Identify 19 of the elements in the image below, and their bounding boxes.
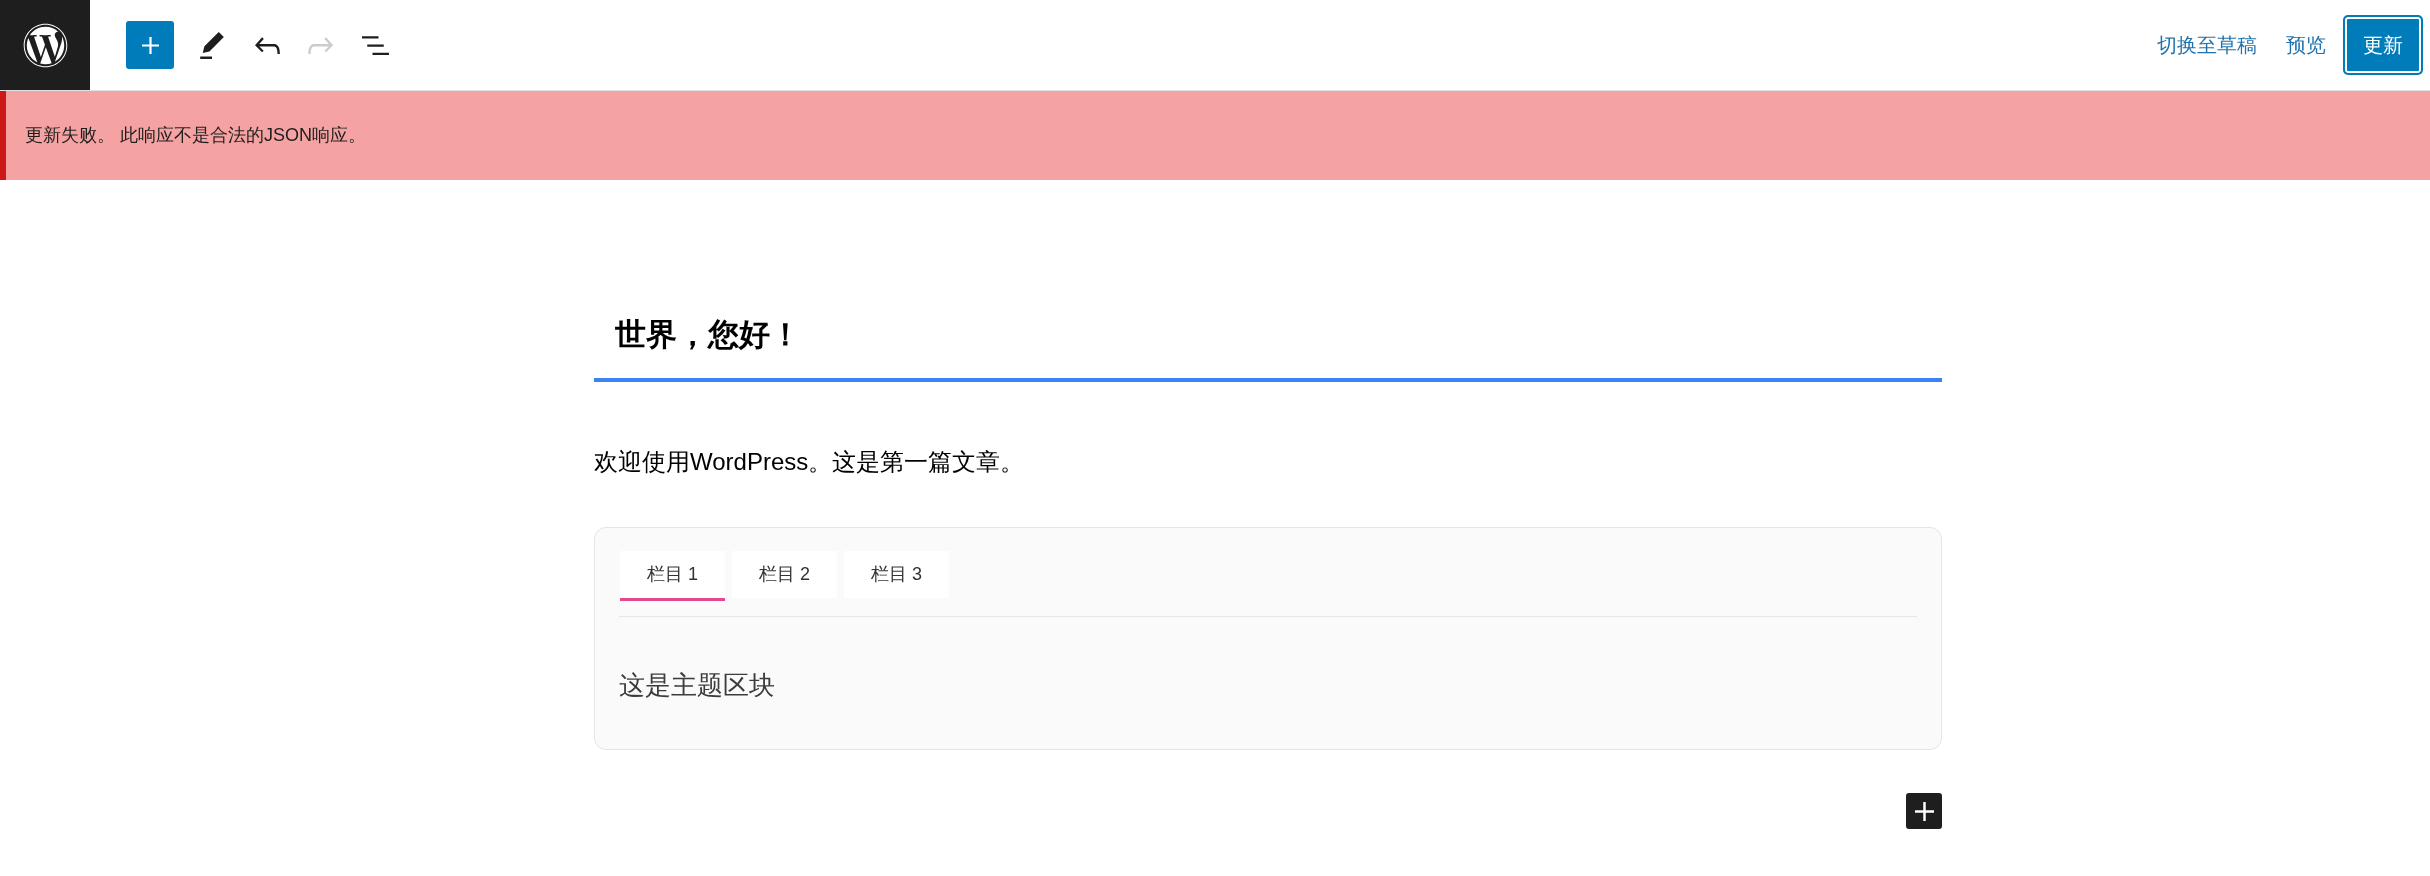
add-block-button[interactable]: [1906, 793, 1942, 829]
site-logo-button[interactable]: [0, 0, 90, 90]
tab[interactable]: 栏目 3: [844, 551, 950, 601]
tab[interactable]: 栏目 2: [732, 551, 838, 601]
logo-icon: [22, 22, 68, 68]
tab[interactable]: 栏目 1: [620, 551, 725, 601]
pencil-icon: [200, 31, 224, 59]
header-link-button[interactable]: 切换至草稿: [2145, 21, 2269, 69]
notice-text: 更新失败。 此响应不是合法的JSON响应。: [25, 124, 366, 147]
post-title-field[interactable]: 世界，您好！: [594, 290, 1942, 382]
plus-icon: [1914, 801, 1934, 821]
update-button[interactable]: 更新: [2343, 15, 2423, 75]
post-paragraph: 欢迎使用WordPress。这是第一篇文章。: [594, 447, 1026, 477]
redo-icon: [307, 36, 333, 54]
plus-icon: [141, 36, 159, 54]
header-link-button[interactable]: 预览: [2274, 21, 2338, 69]
undo-icon: [254, 36, 280, 54]
tab-panel-text: 这是主题区块: [619, 669, 776, 702]
list-view-icon: [361, 35, 389, 55]
